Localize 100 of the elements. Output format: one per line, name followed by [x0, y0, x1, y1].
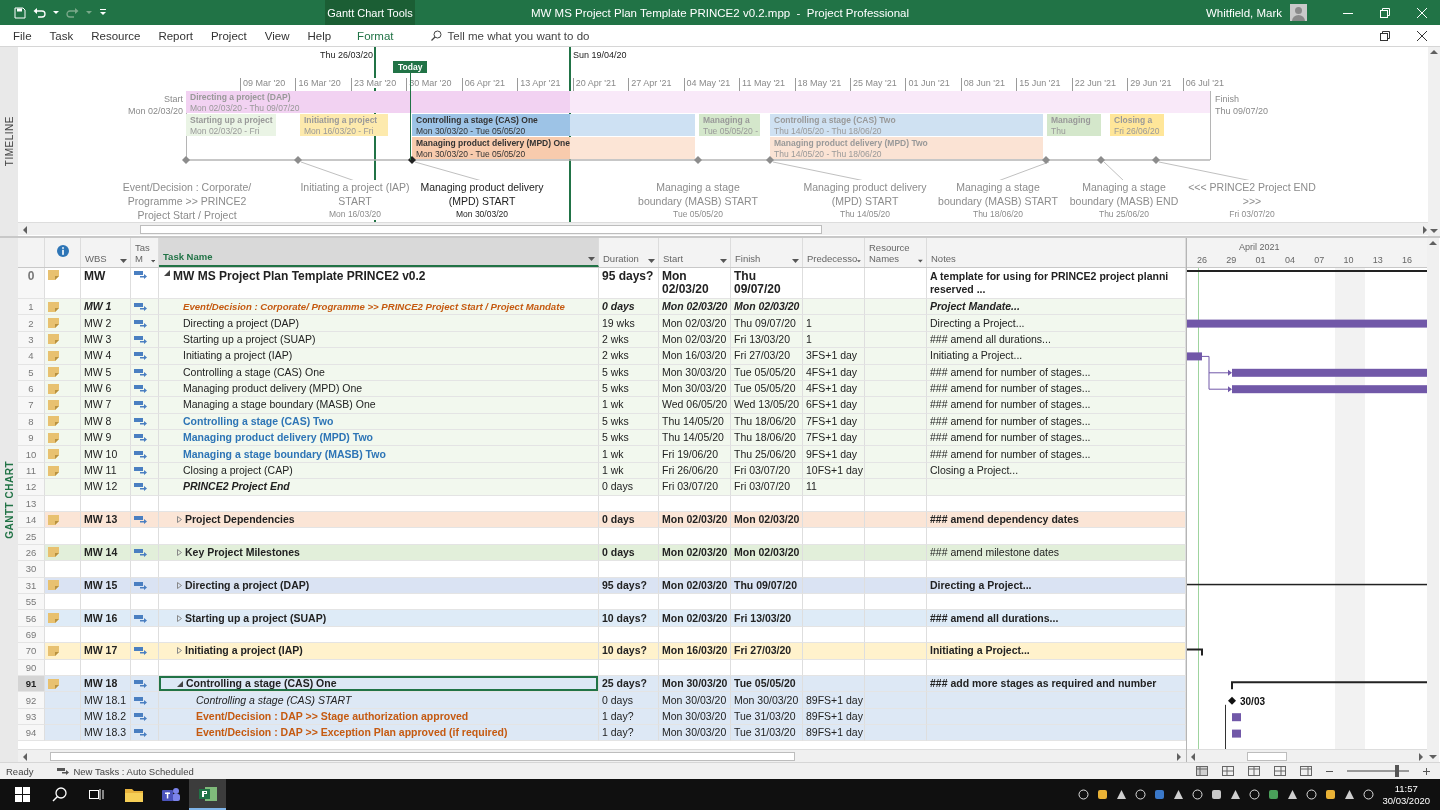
task-row[interactable]: 70 MW 17 Initiating a project (IAP) 10 days? Mon 16/03/20 Fri 27/03/20 Initiating a Project...: [18, 643, 1186, 660]
dropdown-caret-icon[interactable]: [720, 258, 727, 264]
dropdown-caret-icon[interactable]: [150, 258, 155, 264]
task-row[interactable]: 9 MW 9 Managing product delivery (MPD) Two 5 wks Thu 14/05/20 Thu 18/06/20 7FS+1 day ### amend for number of stages...: [18, 430, 1186, 447]
row-number[interactable]: 92: [18, 692, 45, 709]
tray-icon[interactable]: [1230, 789, 1242, 800]
scrollbar-thumb[interactable]: [140, 224, 822, 234]
view-icon[interactable]: [1274, 766, 1286, 776]
row-number[interactable]: 70: [18, 643, 45, 660]
note-icon[interactable]: [48, 645, 59, 656]
row-number[interactable]: 4: [18, 348, 45, 365]
task-name-cell[interactable]: Event/Decision : DAP >> Exception Plan approved (if required): [159, 725, 599, 742]
task-name-cell[interactable]: PRINCE2 Project End: [159, 479, 599, 496]
task-mode-icon[interactable]: [57, 767, 70, 775]
save-icon[interactable]: [14, 6, 26, 19]
task-name-cell[interactable]: Directing a project (DAP): [159, 577, 599, 594]
view-icon[interactable]: [1196, 766, 1208, 776]
column-header[interactable]: Task Name: [159, 238, 599, 267]
task-row[interactable]: 0 MW MW MS Project Plan Template PRINCE2 v0.2 95 days? Mon 02/03/20 Thu 09/07/20 A template for using for PRINCE2 project planni reserved ...: [18, 267, 1186, 299]
task-name-cell[interactable]: Controlling a stage (CAS) One: [159, 675, 599, 693]
column-header[interactable]: Start: [659, 238, 731, 267]
row-number[interactable]: 25: [18, 528, 45, 545]
row-number[interactable]: 14: [18, 512, 45, 529]
clock-date[interactable]: 30/03/2020: [1382, 794, 1430, 807]
tray-icon[interactable]: [1306, 789, 1318, 800]
row-number[interactable]: 7: [18, 397, 45, 414]
tray-icon[interactable]: [1116, 789, 1128, 800]
milestone-icon[interactable]: [408, 156, 416, 164]
restore-icon[interactable]: [1379, 7, 1390, 18]
ribbon-tab[interactable]: Resource: [82, 29, 150, 42]
triangle-icon[interactable]: [164, 269, 170, 276]
dropdown-caret-icon[interactable]: [648, 258, 655, 264]
note-icon[interactable]: [48, 465, 59, 476]
view-icon[interactable]: [1248, 766, 1260, 776]
task-name-cell[interactable]: Starting up a project (SUAP): [159, 610, 599, 627]
column-header[interactable]: Finish: [731, 238, 803, 267]
scroll-arrow-icon[interactable]: [22, 226, 28, 234]
column-header[interactable]: Resource Names: [865, 238, 927, 267]
task-name-cell[interactable]: Managing a stage boundary (MASB) One: [159, 397, 599, 414]
tray-icon[interactable]: [1097, 789, 1109, 800]
timeline-bar[interactable]: Managing product delivery (MPD) One Mon 30/03/20 - Tue 05/05/20: [412, 137, 695, 159]
app-icon[interactable]: [198, 785, 217, 802]
ribbon-tab[interactable]: Help: [298, 29, 341, 42]
task-row[interactable]: 12 MW 12 PRINCE2 Project End 0 days Fri 03/07/20 Fri 03/07/20 11: [18, 479, 1186, 496]
tray-icon[interactable]: [1078, 789, 1090, 800]
customize-icon[interactable]: [99, 9, 107, 16]
task-name-cell[interactable]: Managing a stage boundary (MASB) Two: [159, 446, 599, 463]
ribbon-tab[interactable]: Report: [149, 29, 202, 42]
task-name-cell[interactable]: Initiating a project (IAP): [159, 643, 599, 660]
ribbon-tab[interactable]: Project: [201, 29, 256, 42]
row-number[interactable]: 9: [18, 430, 45, 447]
windows-icon[interactable]: [15, 787, 30, 802]
timeline-bar[interactable]: Controlling a stage (CAS) One Mon 30/03/20 - Tue 05/05/20: [412, 114, 695, 136]
row-number[interactable]: 2: [18, 315, 45, 332]
row-number[interactable]: 30: [18, 561, 45, 578]
note-icon[interactable]: [48, 399, 59, 410]
task-name-cell[interactable]: MW MS Project Plan Template PRINCE2 v0.2: [159, 267, 599, 299]
search-field[interactable]: Tell me what you want to do: [447, 29, 590, 42]
dropdown-caret-icon[interactable]: [120, 258, 127, 264]
ribbon-tab[interactable]: Task: [40, 29, 83, 42]
task-name-cell[interactable]: Initiating a project (IAP): [159, 348, 599, 365]
tray-icon[interactable]: [1211, 789, 1223, 800]
ribbon-tab[interactable]: View: [255, 29, 299, 42]
restore-icon[interactable]: [1379, 30, 1390, 41]
note-icon[interactable]: [48, 367, 59, 378]
tray-icon[interactable]: [1344, 789, 1356, 800]
task-row[interactable]: 94 MW 18.3 Event/Decision : DAP >> Exception Plan approved (if required) 1 day? Mon 30/03/20 Tue 31/03/20 89FS+1 day: [18, 725, 1186, 742]
task-row[interactable]: 2 MW 2 Directing a project (DAP) 19 wks Mon 02/03/20 Thu 09/07/20 1 Directing a Project...: [18, 315, 1186, 332]
ribbon-tab[interactable]: File: [4, 29, 41, 42]
scroll-arrow-icon[interactable]: [1430, 49, 1438, 55]
column-header[interactable]: WBS: [81, 238, 131, 267]
task-view-icon[interactable]: [89, 788, 104, 801]
triangle-icon[interactable]: [177, 680, 183, 687]
note-icon[interactable]: [48, 449, 59, 460]
note-icon[interactable]: [48, 383, 59, 394]
column-header[interactable]: Duration: [599, 238, 659, 267]
task-row[interactable]: 7 MW 7 Managing a stage boundary (MASB) One 1 wk Wed 06/05/20 Wed 13/05/20 6FS+1 day ### amend for number of stages...: [18, 397, 1186, 414]
column-header[interactable]: Predecesso: [803, 238, 865, 267]
ribbon-tab[interactable]: Format: [348, 29, 403, 42]
tray-icon[interactable]: [1268, 789, 1280, 800]
status-text[interactable]: New Tasks : Auto Scheduled: [73, 765, 194, 777]
tray-icon[interactable]: [1249, 789, 1261, 800]
search-icon[interactable]: [430, 30, 442, 41]
row-number[interactable]: 94: [18, 725, 45, 742]
close-icon[interactable]: [1416, 30, 1427, 41]
row-number[interactable]: 12: [18, 479, 45, 496]
dropdown-caret-icon[interactable]: [588, 256, 595, 262]
task-row[interactable]: 10 MW 10 Managing a stage boundary (MASB) Two 1 wk Fri 19/06/20 Thu 25/06/20 9FS+1 day ### amend for number of stages...: [18, 446, 1186, 463]
row-number[interactable]: 56: [18, 610, 45, 627]
note-icon[interactable]: [48, 334, 59, 345]
tray-icon[interactable]: [1287, 789, 1299, 800]
undo-icon[interactable]: [33, 7, 46, 18]
note-icon[interactable]: [48, 432, 59, 443]
user-name[interactable]: Whitfield, Mark: [1205, 6, 1282, 19]
people-app-icon[interactable]: [161, 786, 180, 803]
note-icon[interactable]: [48, 301, 59, 312]
note-icon[interactable]: [48, 350, 59, 361]
info-icon[interactable]: [57, 244, 69, 257]
tray-icon[interactable]: [1192, 789, 1204, 800]
tray-icon[interactable]: [1325, 789, 1337, 800]
